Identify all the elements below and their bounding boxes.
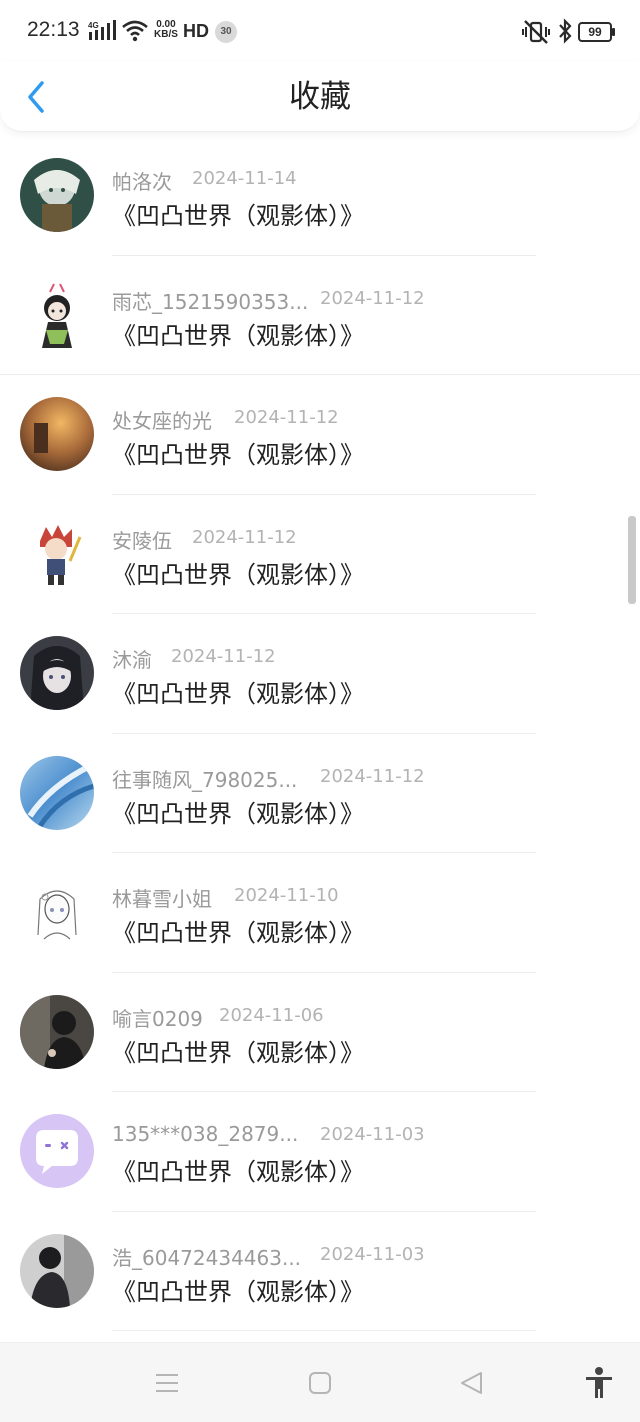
book-title[interactable]: 《凹凸世界（观影体）》 [112, 1272, 364, 1307]
list-item[interactable]: 帕洛次 2024-11-14 《凹凸世界（观影体）》 [0, 136, 640, 256]
list-item[interactable]: 往事随风_798025... 2024-11-12 《凹凸世界（观影体）》 [0, 734, 640, 853]
avatar-image [20, 875, 94, 949]
avatar[interactable] [20, 875, 94, 949]
back-nav-button[interactable] [450, 1363, 494, 1403]
status-bar: 22:13 4G 0.00 KB/S HD 30 99 [0, 0, 640, 62]
username[interactable]: 往事随风_798025... [112, 768, 297, 792]
list-item[interactable]: 135***038_2879... 2024-11-03 《凹凸世界（观影体）》 [0, 1092, 640, 1212]
avatar-image [20, 158, 94, 232]
avatar-image [20, 277, 94, 352]
speed-unit: KB/S [154, 29, 178, 40]
item-meta: 林暮雪小姐 2024-11-10 [112, 883, 339, 911]
username[interactable]: 雨芯_1521590353... [112, 290, 308, 314]
username[interactable]: 帕洛次 [112, 170, 172, 194]
item-meta: 沐渝 2024-11-12 [112, 644, 276, 672]
book-title[interactable]: 《凹凸世界（观影体）》 [112, 196, 364, 231]
avatar[interactable] [20, 994, 94, 1069]
item-meta: 安陵伍 2024-11-12 [112, 525, 297, 553]
book-title[interactable]: 《凹凸世界（观影体）》 [112, 1033, 364, 1068]
date: 2024-11-12 [171, 646, 276, 667]
bluetooth-icon [559, 18, 572, 44]
app-header: 收藏 [0, 62, 640, 132]
username[interactable]: 浩_60472434463... [112, 1246, 301, 1270]
date: 2024-11-06 [219, 1004, 324, 1026]
avatar[interactable] [20, 1114, 94, 1188]
avatar-image [20, 994, 94, 1069]
avatar[interactable] [20, 158, 94, 232]
list-item[interactable]: 沐渝 2024-11-12 《凹凸世界（观影体）》 [0, 614, 640, 734]
system-nav-bar [0, 1342, 640, 1422]
avatar[interactable] [20, 636, 94, 710]
avatar[interactable] [20, 1233, 94, 1308]
wifi-icon [122, 20, 148, 42]
date: 2024-11-03 [320, 1243, 425, 1265]
accessibility-button[interactable] [577, 1363, 621, 1403]
date: 2024-11-10 [234, 885, 339, 906]
book-title[interactable]: 《凹凸世界（观影体）》 [112, 674, 364, 709]
accessibility-icon [586, 1367, 612, 1398]
avatar[interactable] [20, 397, 94, 471]
date: 2024-11-12 [320, 287, 425, 309]
hd-indicator: HD [183, 21, 209, 41]
list-item[interactable]: 浩_60472434463... 2024-11-03 《凹凸世界（观影体）》 [0, 1212, 640, 1331]
book-title[interactable]: 《凹凸世界（观影体）》 [112, 913, 364, 948]
book-title[interactable]: 《凹凸世界（观影体）》 [112, 555, 364, 590]
list-item[interactable]: 林暮雪小姐 2024-11-10 《凹凸世界（观影体）》 [0, 853, 640, 973]
book-title[interactable]: 《凹凸世界（观影体）》 [112, 794, 364, 829]
item-meta: 帕洛次 2024-11-14 [112, 166, 297, 194]
date: 2024-11-03 [320, 1124, 425, 1145]
item-meta: 浩_60472434463... 2024-11-03 [112, 1242, 425, 1270]
avatar[interactable] [20, 277, 94, 352]
item-meta: 处女座的光 2024-11-12 [112, 405, 339, 433]
username[interactable]: 安陵伍 [112, 529, 172, 553]
item-meta: 往事随风_798025... 2024-11-12 [112, 764, 425, 792]
chevron-left-icon [28, 81, 44, 113]
network-type-label: 4G [88, 21, 99, 30]
date: 2024-11-14 [192, 168, 297, 189]
list-item[interactable]: 处女座的光 2024-11-12 《凹凸世界（观影体）》 [0, 375, 640, 495]
page-title: 收藏 [289, 79, 351, 115]
home-button[interactable] [298, 1363, 342, 1403]
back-button[interactable] [18, 76, 54, 118]
network-speed: 0.00 KB/S [154, 20, 178, 40]
list-item[interactable]: 雨芯_1521590353... 2024-11-12 《凹凸世界（观影体）》 [0, 256, 640, 375]
date: 2024-11-12 [320, 765, 425, 787]
list-item[interactable]: 安陵伍 2024-11-12 《凹凸世界（观影体）》 [0, 495, 640, 614]
book-title[interactable]: 《凹凸世界（观影体）》 [112, 316, 364, 351]
date: 2024-11-12 [192, 526, 297, 548]
back-triangle-icon [461, 1372, 482, 1394]
avatar-image [20, 636, 94, 710]
username[interactable]: 沐渝 [112, 648, 152, 672]
cellular-signal-icon: 4G [88, 20, 116, 40]
avatar-image [20, 1233, 94, 1308]
avatar-image [20, 1114, 94, 1188]
username[interactable]: 135***038_2879... [112, 1122, 298, 1146]
item-meta: 雨芯_1521590353... 2024-11-12 [112, 286, 425, 314]
date: 2024-11-12 [234, 407, 339, 428]
item-meta: 135***038_2879... 2024-11-03 [112, 1122, 425, 1148]
avatar-image [20, 755, 94, 830]
username[interactable]: 林暮雪小姐 [112, 887, 212, 911]
avatar-image [20, 397, 94, 471]
menu-button[interactable] [145, 1363, 189, 1403]
book-title[interactable]: 《凹凸世界（观影体）》 [112, 1152, 364, 1187]
status-time: 22:13 [27, 18, 80, 41]
divider [112, 1330, 536, 1331]
username[interactable]: 处女座的光 [112, 409, 212, 433]
vibrate-off-icon [522, 20, 550, 44]
item-meta: 喻言0209 2024-11-06 [112, 1003, 324, 1031]
scrollbar[interactable] [628, 516, 636, 604]
menu-icon [156, 1374, 178, 1392]
favorites-list: 帕洛次 2024-11-14 《凹凸世界（观影体）》 雨芯_1521590353… [0, 136, 640, 1331]
book-title[interactable]: 《凹凸世界（观影体）》 [112, 435, 364, 470]
avatar-image [20, 516, 94, 591]
avatar[interactable] [20, 755, 94, 830]
notification-badge: 30 [215, 21, 237, 43]
avatar[interactable] [20, 516, 94, 591]
username[interactable]: 喻言0209 [112, 1007, 203, 1031]
list-item[interactable]: 喻言0209 2024-11-06 《凹凸世界（观影体）》 [0, 973, 640, 1092]
battery-level: 99 [588, 25, 602, 39]
home-square-icon [309, 1372, 331, 1394]
